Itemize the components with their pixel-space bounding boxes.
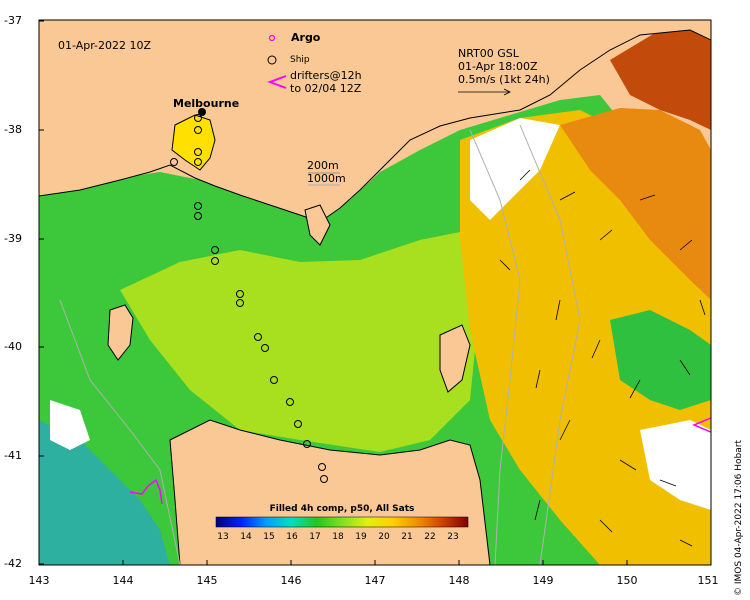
x-tick-label: 147 [364,574,386,587]
current-key-line3: 0.5m/s (1kt 24h) [458,73,550,86]
x-tick-label: 144 [112,574,134,587]
isobath-1000m-label: 1000m [307,172,346,185]
colorbar-tick: 21 [401,532,413,542]
colorbar-tick: 15 [263,532,275,542]
timestamp-label: 01-Apr-2022 10Z [58,39,152,52]
current-key-line1: NRT00 GSL [458,47,519,60]
y-tick-label: -41 [4,449,22,462]
isobath-200m-label: 200m [307,159,339,172]
y-tick-label: -40 [4,340,22,353]
colorbar-title: Filled 4h comp, p50, All Sats [269,504,415,514]
x-tick-label: 148 [448,574,470,587]
current-key-line2: 01-Apr 18:00Z [458,60,538,73]
colorbar-tick: 18 [332,532,344,542]
y-tick-label: -39 [4,232,22,245]
colorbar [215,516,469,528]
y-tick-label: -38 [4,123,22,136]
colorbar-tick: 19 [355,532,367,542]
y-tick-label: -42 [4,557,22,570]
colorbar-tick: 16 [286,532,298,542]
x-tick-label: 146 [280,574,302,587]
x-tick-label: 150 [616,574,638,587]
city-label: Melbourne [173,97,240,110]
x-tick-label: 149 [532,574,554,587]
colorbar-tick: 13 [217,532,229,542]
y-tick-label: -37 [4,14,22,27]
colorbar-tick: 14 [240,532,252,542]
credit-label: © IMOS 04-Apr-2022 17:06 Hobart [734,440,744,596]
drifters-legend-label-1: drifters@12h [290,69,362,82]
ship-legend-label: Ship [290,55,310,65]
x-tick-label: 143 [28,574,50,587]
colorbar-tick: 22 [424,532,436,542]
argo-legend-label: Argo [291,31,321,44]
colorbar-tick: 20 [378,532,390,542]
colorbar-tick: 17 [309,532,321,542]
drifters-legend-label-2: to 02/04 12Z [290,82,362,95]
colorbar-tick: 23 [447,532,459,542]
x-tick-label: 151 [697,574,719,587]
x-tick-label: 145 [196,574,218,587]
